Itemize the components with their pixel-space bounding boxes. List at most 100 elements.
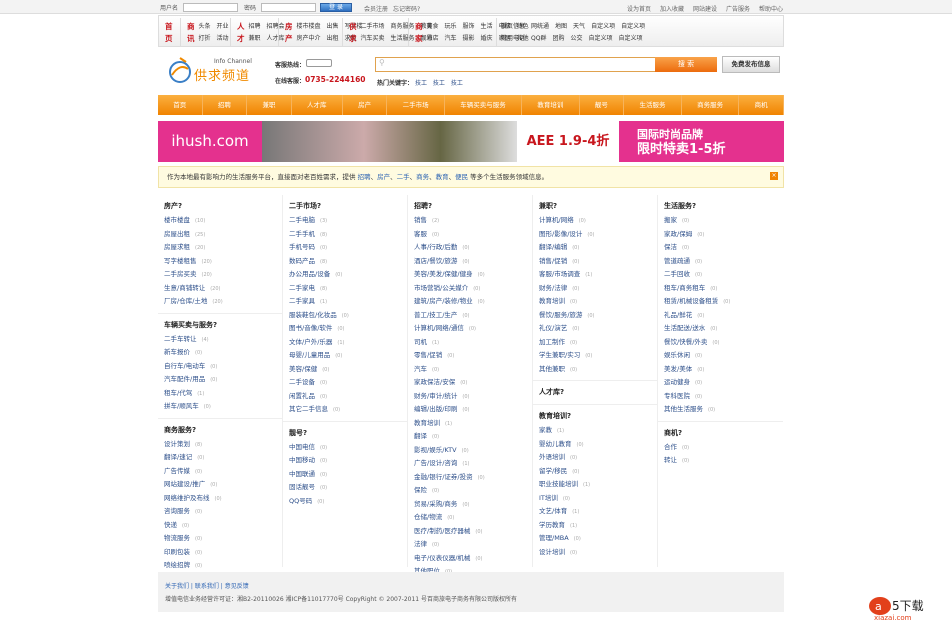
- category-item-label[interactable]: 销售/促销: [539, 257, 567, 265]
- category-item-label[interactable]: 管理/MBA: [539, 534, 569, 542]
- nav-item[interactable]: 教育培训: [522, 95, 580, 115]
- category-item-label[interactable]: 财务/审计/统计: [414, 392, 457, 400]
- nav-item[interactable]: 生活服务: [624, 95, 682, 115]
- banner-image[interactable]: [262, 121, 517, 162]
- category-item[interactable]: 二手电脑 (3): [289, 214, 407, 228]
- category-item-label[interactable]: 广告传媒: [164, 467, 190, 475]
- category-item-label[interactable]: 普工/技工/生产: [414, 311, 457, 319]
- category-item[interactable]: 翻译/速记 (0): [164, 451, 282, 465]
- category-item[interactable]: 销售 (2): [414, 214, 532, 228]
- category-link[interactable]: 网统通: [531, 23, 549, 30]
- category-item[interactable]: 其他生活服务 (0): [664, 403, 783, 417]
- category-item[interactable]: 医疗/制药/医疗器械 (0): [414, 525, 532, 539]
- category-item[interactable]: 加工制作 (0): [539, 336, 657, 350]
- category-item[interactable]: 生意/商铺转让 (20): [164, 282, 282, 296]
- category-item-label[interactable]: 拼车/顺风车: [164, 402, 199, 410]
- category-link[interactable]: 汽车买卖: [361, 35, 385, 42]
- category-item-label[interactable]: 礼品/鲜花: [664, 311, 692, 319]
- hot-keyword[interactable]: 技工: [451, 80, 463, 87]
- category-item-label[interactable]: 餐饮/服务/旅游: [539, 311, 582, 319]
- ad-service-link[interactable]: 广告服务: [726, 4, 750, 13]
- category-item-label[interactable]: 零售/促销: [414, 351, 442, 359]
- category-item-label[interactable]: 建筑/房产/装修/物业: [414, 297, 473, 305]
- category-link[interactable]: 公交: [570, 35, 582, 42]
- category-link[interactable]: 黄页信息: [501, 23, 525, 30]
- category-item[interactable]: 金融/银行/证券/投资 (0): [414, 471, 532, 485]
- category-item-label[interactable]: 咨询服务: [164, 507, 190, 515]
- category-item[interactable]: 二手设备 (0): [289, 376, 407, 390]
- category-group-title[interactable]: 人才: [237, 21, 245, 46]
- category-item[interactable]: 母婴/儿童用品 (0): [289, 349, 407, 363]
- category-item-label[interactable]: 礼仪/演艺: [539, 324, 567, 332]
- category-item[interactable]: 厂房/仓库/土地 (20): [164, 295, 282, 309]
- category-item[interactable]: 服装鞋包/化妆品 (0): [289, 309, 407, 323]
- category-item[interactable]: 普工/技工/生产 (0): [414, 309, 532, 323]
- banner-promo[interactable]: 国际时尚品牌 限时特卖1-5折: [619, 121, 784, 162]
- category-item-label[interactable]: 房屋求租: [164, 243, 190, 251]
- category-item[interactable]: 二手手机 (8): [289, 228, 407, 242]
- category-item-label[interactable]: 图书/音像/软件: [289, 324, 332, 332]
- category-item[interactable]: 财务/审计/统计 (0): [414, 390, 532, 404]
- category-group-title[interactable]: 房产: [285, 21, 293, 46]
- category-item-label[interactable]: 服装鞋包/化妆品: [289, 311, 337, 319]
- category-link[interactable]: 头条: [199, 23, 211, 30]
- category-link[interactable]: 汽车: [445, 35, 457, 42]
- category-item[interactable]: 固话靓号 (0): [289, 481, 407, 495]
- category-item-label[interactable]: 外语培训: [539, 453, 565, 461]
- category-item-label[interactable]: 其他生活服务: [664, 405, 703, 413]
- category-item-label[interactable]: 法律: [414, 540, 427, 548]
- category-item-label[interactable]: 保洁: [664, 243, 677, 251]
- category-item-label[interactable]: 二手房买卖: [164, 270, 197, 278]
- category-item-label[interactable]: 数码产品: [289, 257, 315, 265]
- category-link[interactable]: 服饰: [463, 23, 475, 30]
- category-item[interactable]: 建筑/房产/装修/物业 (0): [414, 295, 532, 309]
- section-title[interactable]: 生活服务?: [664, 199, 783, 214]
- category-item-label[interactable]: 母婴/儿童用品: [289, 351, 330, 359]
- web-build-link[interactable]: 网站建设: [693, 4, 717, 13]
- notice-link[interactable]: 招聘: [358, 173, 371, 181]
- category-item-label[interactable]: QQ号码: [289, 497, 312, 505]
- footer-link-contact[interactable]: 联系我们: [195, 583, 219, 590]
- category-item-label[interactable]: 财务/法律: [539, 284, 567, 292]
- category-item-label[interactable]: 人事/行政/后勤: [414, 243, 457, 251]
- category-item[interactable]: 闲置礼品 (0): [289, 390, 407, 404]
- category-item[interactable]: 计算机/网络 (0): [539, 214, 657, 228]
- category-item-label[interactable]: 餐饮/快餐/外卖: [664, 338, 707, 346]
- category-item-label[interactable]: 计算机/网络/通信: [414, 324, 464, 332]
- nav-item[interactable]: 商机: [739, 95, 784, 115]
- category-item[interactable]: 美容/保健 (0): [289, 363, 407, 377]
- category-item-label[interactable]: 其它二手信息: [289, 405, 328, 413]
- password-input[interactable]: [261, 3, 316, 12]
- category-item-label[interactable]: 家教: [539, 426, 552, 434]
- category-item-label[interactable]: 物流服务: [164, 534, 190, 542]
- category-item[interactable]: 中国联通 (0): [289, 468, 407, 482]
- category-item[interactable]: 汽车配件/用品 (0): [164, 373, 282, 387]
- nav-item[interactable]: 房产: [343, 95, 388, 115]
- category-item-label[interactable]: 客服/市场调查: [539, 270, 580, 278]
- category-item[interactable]: 楼市楼盘 (10): [164, 214, 282, 228]
- category-link[interactable]: 兼职: [249, 35, 261, 42]
- category-item[interactable]: 印刷包装 (0): [164, 546, 282, 560]
- footer-link-about[interactable]: 关于我们: [165, 583, 189, 590]
- category-item-label[interactable]: 二手设备: [289, 378, 315, 386]
- category-group-title[interactable]: 供求: [349, 21, 357, 46]
- category-item-label[interactable]: 手机号码: [289, 243, 315, 251]
- category-link[interactable]: 出租: [327, 35, 339, 42]
- category-item[interactable]: 写字楼租售 (20): [164, 255, 282, 269]
- category-item[interactable]: 快递 (0): [164, 519, 282, 533]
- add-favorite-link[interactable]: 加入收藏: [660, 4, 684, 13]
- category-item[interactable]: 司机 (1): [414, 336, 532, 350]
- category-item-label[interactable]: 学生兼职/实习: [539, 351, 580, 359]
- category-item-label[interactable]: 美容/美发/保健/健身: [414, 270, 473, 278]
- category-item[interactable]: 家政/保姆 (0): [664, 228, 783, 242]
- category-link[interactable]: 团购: [552, 35, 564, 42]
- category-item-label[interactable]: 租赁/机械设备租赁: [664, 297, 718, 305]
- category-link[interactable]: 自定义项: [621, 23, 645, 30]
- section-title[interactable]: 靓号?: [289, 426, 407, 441]
- close-icon[interactable]: ×: [770, 172, 778, 180]
- category-item[interactable]: 客服/市场调查 (1): [539, 268, 657, 282]
- search-button[interactable]: 搜 索: [655, 57, 717, 72]
- category-item-label[interactable]: 二手家具: [289, 297, 315, 305]
- category-item[interactable]: 学生兼职/实习 (0): [539, 349, 657, 363]
- category-item[interactable]: 其他兼职 (0): [539, 363, 657, 377]
